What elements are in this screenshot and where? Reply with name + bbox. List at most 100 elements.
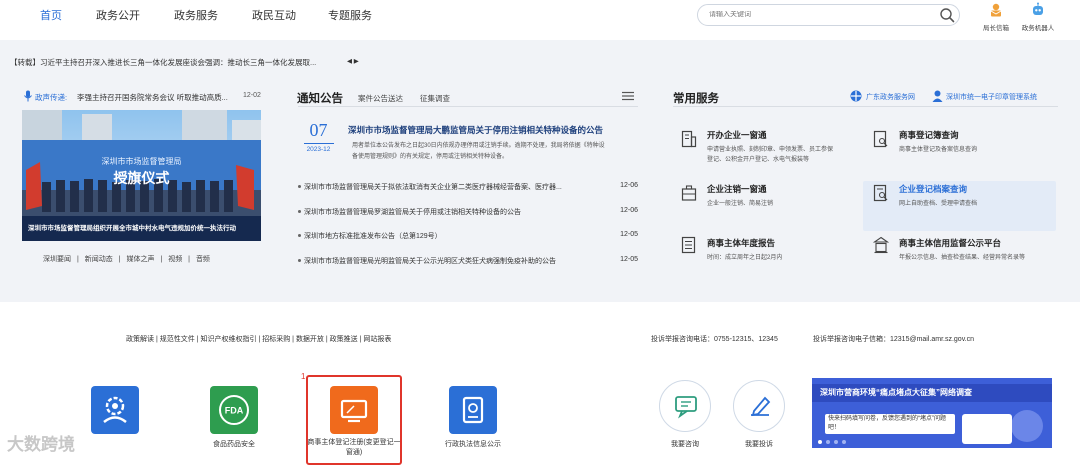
footer-separator: | bbox=[292, 336, 294, 343]
briefcase-icon bbox=[681, 185, 697, 201]
page-root: 首页 政务公开 政务服务 政民互动 专题服务 局长信箱 bbox=[0, 0, 1080, 466]
service-archive-query[interactable]: 企业登记档案查询 网上自助查档、受理申请查档 bbox=[899, 183, 1079, 209]
svg-text:FDA: FDA bbox=[225, 406, 244, 416]
bullet-dot bbox=[298, 234, 301, 238]
bullet-dot bbox=[298, 210, 301, 214]
app-tile-law-enforcement[interactable] bbox=[449, 386, 497, 434]
news-photo[interactable]: 深圳市市场监督管理局 授旗仪式 深圳市市场监督管理局组织开展全市城中村水电气违规… bbox=[22, 110, 261, 241]
service-desc: 时间：成立周年之日起2月内 bbox=[707, 255, 783, 261]
service-desc: 年报公示信息、抽查检查结果、经营异常名录等 bbox=[899, 255, 1026, 261]
complaint-button[interactable] bbox=[733, 380, 785, 432]
complaint-label[interactable]: 我要投诉 bbox=[729, 439, 789, 449]
gov-voice-headline[interactable]: 李强主持召开国务院常务会议 听取推动高质... bbox=[77, 92, 228, 103]
sub-link-separator: | bbox=[76, 256, 79, 263]
featured-date: 07 2023-12 bbox=[298, 120, 339, 153]
banner-body: 快来扫码填写问卷，反馈您遇到的“堵点”问题吧！ bbox=[825, 414, 955, 434]
user-icon bbox=[932, 90, 943, 102]
service-title[interactable]: 商事登记簿查询 bbox=[899, 129, 1079, 141]
app-label-food-drug[interactable]: 食品药品安全 bbox=[194, 439, 274, 449]
news-row[interactable]: 深圳市地方标准批准发布公告（总第129号） 12-05 bbox=[298, 231, 638, 241]
app-tile-1[interactable] bbox=[91, 386, 139, 434]
notice-divider bbox=[298, 106, 638, 107]
microphone-icon bbox=[24, 90, 32, 102]
nav-gov-affairs-public[interactable]: 政务公开 bbox=[96, 7, 140, 23]
news-row-date: 12-05 bbox=[620, 256, 638, 263]
featured-headline[interactable]: 深圳市市场监督管理局大鹏监管局关于停用注销相关特种设备的公告 bbox=[348, 124, 603, 136]
director-mailbox[interactable]: 局长信箱 bbox=[976, 2, 1016, 32]
photo-banner-top: 深圳市市场监督管理局 bbox=[101, 157, 182, 166]
services-title: 常用服务 bbox=[673, 93, 719, 105]
app-tile-food-drug[interactable]: FDA bbox=[210, 386, 258, 434]
service-desc: 网上自助查档、受理申请查档 bbox=[899, 201, 978, 207]
news-row-title[interactable]: 深圳市市场监督管理局关于拟依法取消有关企业第二类医疗器械经营备案、医疗器... bbox=[304, 184, 562, 191]
gov-robot[interactable]: 政务机器人 bbox=[1018, 2, 1058, 32]
sub-link-video[interactable]: 视频 bbox=[168, 256, 182, 263]
service-annual-report[interactable]: 商事主体年度报告 时间：成立周年之日起2月内 bbox=[707, 237, 887, 263]
watermark: 大数跨境 bbox=[7, 435, 75, 454]
footer-links: 政策解读 | 规范性文件 | 知识产权维权指引 | 招标采购 | 数据开放 | … bbox=[126, 334, 391, 344]
footer-link-procurement[interactable]: 招标采购 bbox=[262, 336, 290, 343]
bullet-dot bbox=[298, 185, 301, 189]
tab-case-notice[interactable]: 案件公告送达 bbox=[358, 93, 403, 104]
nav-gov-services[interactable]: 政务服务 bbox=[174, 7, 218, 23]
sub-link-media[interactable]: 媒体之声 bbox=[126, 256, 154, 263]
nav-special-services[interactable]: 专题服务 bbox=[328, 7, 372, 23]
robot-icon bbox=[1033, 2, 1043, 15]
news-row-title[interactable]: 深圳市市场监督管理局罗湖监管局关于停用或注销相关特种设备的公告 bbox=[304, 209, 521, 216]
footer-link-open-data[interactable]: 数据开放 bbox=[296, 336, 324, 343]
footer-separator: | bbox=[196, 336, 199, 343]
search-box bbox=[697, 4, 960, 26]
link-gd-gov-service[interactable]: 广东政务服务网 bbox=[866, 92, 915, 102]
sub-link-dynamics[interactable]: 新闻动态 bbox=[85, 256, 113, 263]
service-register-query[interactable]: 商事登记簿查询 商事主体登记及备案信息查询 bbox=[899, 129, 1079, 155]
news-row-date: 12-06 bbox=[620, 182, 638, 189]
complaint-email: 投诉举报咨询电子信箱：12315@mail.amr.sz.gov.cn bbox=[813, 336, 975, 343]
footer-link-policy-interpretation[interactable]: 政策解读 bbox=[126, 336, 154, 343]
service-title[interactable]: 企业注销一窗通 bbox=[707, 183, 887, 195]
footer-link-policy-push[interactable]: 政策推送 bbox=[330, 336, 358, 343]
service-deregister[interactable]: 企业注销一窗通 企业一般注销、简易注销 bbox=[707, 183, 887, 209]
service-title[interactable]: 企业登记档案查询 bbox=[899, 183, 1079, 195]
footer-link-ip-guide[interactable]: 知识产权维权指引 bbox=[200, 336, 256, 343]
sub-link-audio[interactable]: 音频 bbox=[196, 256, 210, 263]
news-ticker[interactable]: 【转载】习近平主持召开深入推进长三角一体化发展座谈会强调：推动长三角一体化发展取… bbox=[10, 57, 316, 68]
notice-title[interactable]: 通知公告 bbox=[297, 90, 343, 106]
nav-interaction[interactable]: 政民互动 bbox=[252, 7, 296, 23]
news-row[interactable]: 深圳市市场监督管理局罗湖监管局关于停用或注销相关特种设备的公告 12-06 bbox=[298, 207, 638, 217]
annotation-number: 1 bbox=[301, 372, 306, 381]
gd-logo-icon bbox=[850, 90, 862, 102]
news-row-title[interactable]: 深圳市市场监督管理局光明监管局关于公示光明区犬类狂犬病强制免疫补助的公告 bbox=[304, 258, 556, 265]
service-title[interactable]: 开办企业一窗通 bbox=[707, 129, 887, 141]
service-title[interactable]: 商事主体信用监督公示平台 bbox=[899, 237, 1079, 249]
ticker-arrows[interactable]: ◀ ▶ bbox=[347, 57, 359, 65]
tab-survey[interactable]: 征集调查 bbox=[420, 93, 450, 104]
chat-icon bbox=[675, 396, 697, 419]
news-row-date: 12-06 bbox=[620, 207, 638, 214]
featured-year-month: 2023-12 bbox=[306, 146, 331, 153]
news-row-title[interactable]: 深圳市地方标准批准发布公告（总第129号） bbox=[304, 233, 442, 240]
consult-button[interactable] bbox=[659, 380, 711, 432]
footer-link-normative-docs[interactable]: 规范性文件 bbox=[160, 336, 195, 343]
service-desc: 商事主体登记及备案信息查询 bbox=[899, 147, 978, 153]
news-row[interactable]: 深圳市市场监督管理局关于拟依法取消有关企业第二类医疗器械经营备案、医疗器... … bbox=[298, 182, 638, 192]
banner-title: 深圳市营商环境“痛点堵点大征集”网络调查 bbox=[820, 388, 972, 397]
news-row[interactable]: 深圳市市场监督管理局光明监管局关于公示光明区犬类狂犬病强制免疫补助的公告 12-… bbox=[298, 256, 638, 266]
bullet-dot bbox=[298, 259, 301, 263]
footer-link-site-report[interactable]: 网站报表 bbox=[363, 336, 391, 343]
photo-caption: 深圳市市场监督管理局组织开展全市城中村水电气违规加价统一执法行动 bbox=[28, 225, 236, 232]
link-e-seal-system[interactable]: 深圳市统一电子印章管理系统 bbox=[946, 92, 1037, 102]
search-input[interactable] bbox=[709, 11, 909, 18]
building-icon bbox=[681, 130, 697, 148]
service-open-business[interactable]: 开办企业一窗通 申请营业执照、刻制印章、申领发票、员工参保登记、公积金开户登记、… bbox=[707, 129, 887, 165]
featured-snippet: 用者单位本公告发布之日起30日内依规办理停用或注销手续。逾期不处理，我局将依据《… bbox=[352, 143, 605, 160]
service-credit-platform[interactable]: 商事主体信用监督公示平台 年报公示信息、抽查检查结果、经营异常名录等 bbox=[899, 237, 1079, 263]
services-divider bbox=[673, 106, 1058, 107]
sub-link-news[interactable]: 深圳要闻 bbox=[43, 256, 71, 263]
hamburger-icon[interactable] bbox=[622, 91, 634, 101]
survey-banner[interactable]: 深圳市营商环境“痛点堵点大征集”网络调查 快来扫码填写问卷，反馈您遇到的“堵点”… bbox=[812, 378, 1052, 448]
consult-label[interactable]: 我要咨询 bbox=[655, 439, 715, 449]
service-title[interactable]: 商事主体年度报告 bbox=[707, 237, 887, 249]
app-label-law-enforcement[interactable]: 行政执法信息公示 bbox=[433, 439, 513, 449]
nav-home[interactable]: 首页 bbox=[40, 7, 62, 23]
search-icon[interactable] bbox=[939, 7, 955, 23]
